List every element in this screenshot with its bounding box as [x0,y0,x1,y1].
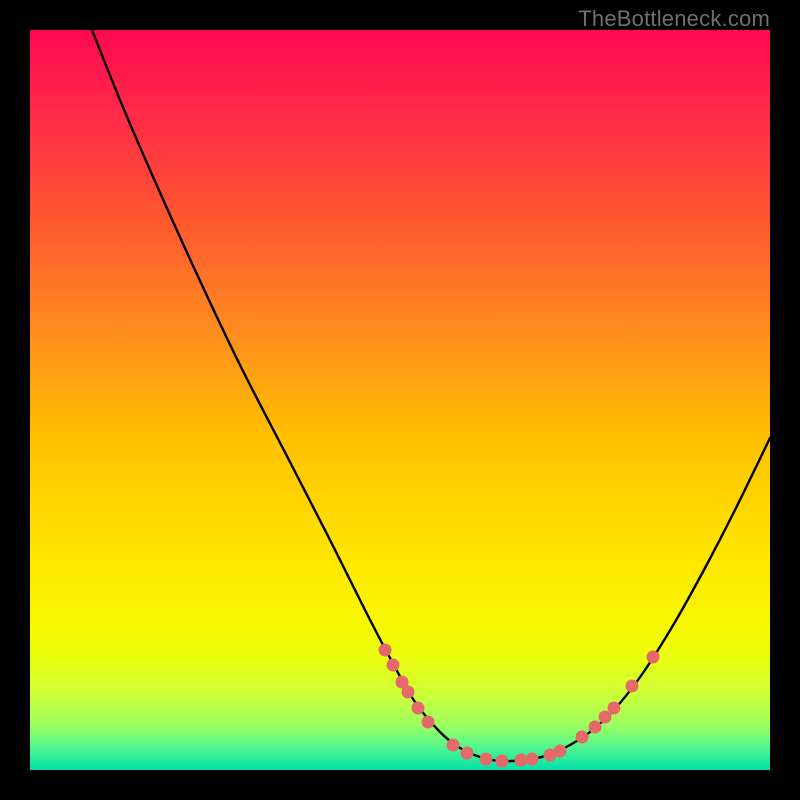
curve-marker [422,716,435,729]
chart-overlay [30,30,770,770]
curve-marker [447,739,460,752]
curve-marker [387,659,400,672]
curve-marker [589,721,602,734]
curve-marker [496,755,509,768]
curve-marker [412,702,425,715]
curve-marker [461,747,474,760]
curve-marker [626,680,639,693]
curve-marker [608,702,621,715]
curve-marker [379,644,392,657]
curve-marker [526,753,539,766]
bottleneck-curve [92,30,770,761]
chart-frame [30,30,770,770]
watermark-text: TheBottleneck.com [578,6,770,32]
curve-markers [379,644,660,768]
curve-marker [647,651,660,664]
curve-marker [402,686,415,699]
curve-marker [554,745,567,758]
curve-marker [576,731,589,744]
curve-marker [480,753,493,766]
curve-marker [515,754,528,767]
